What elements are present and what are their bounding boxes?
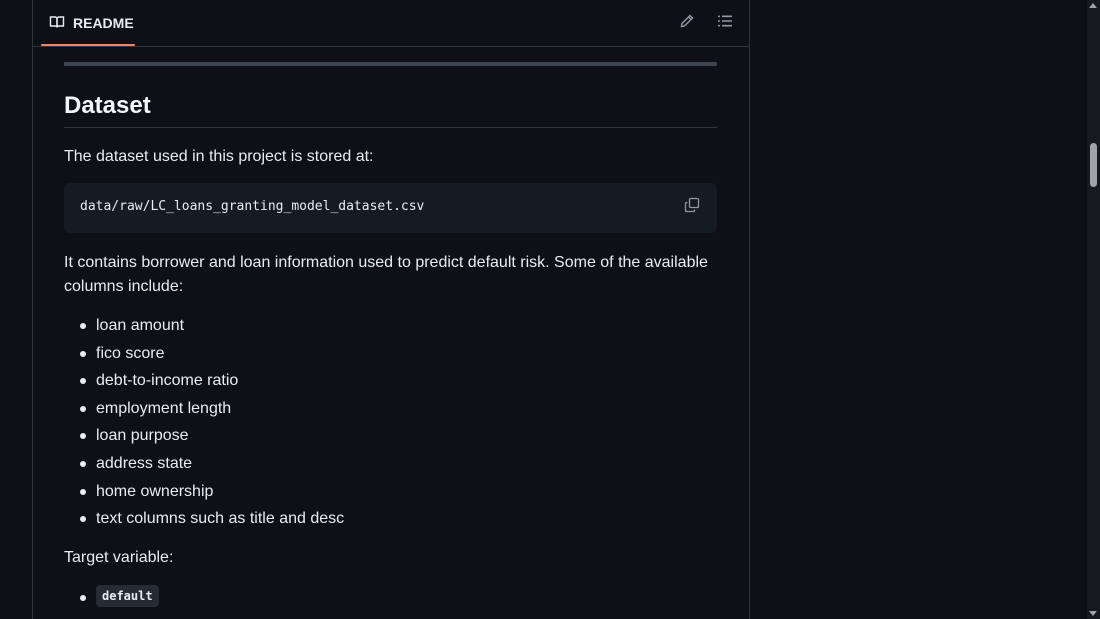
inline-code: default <box>96 585 159 607</box>
section-heading: Dataset <box>64 92 151 119</box>
list-item: text columns such as title and desc <box>64 505 704 533</box>
list-item: default <box>64 585 159 613</box>
target-list: default <box>64 585 159 613</box>
list-item: fico score <box>64 340 704 368</box>
readme-panel: README Dataset The dataset used in this … <box>32 0 750 619</box>
pencil-icon <box>679 13 695 34</box>
target-label: Target variable: <box>64 549 174 566</box>
code-path: data/raw/LC_loans_granting_model_dataset… <box>80 199 425 214</box>
list-item: address state <box>64 450 704 478</box>
list-item: debt-to-income ratio <box>64 367 704 395</box>
list-item: home ownership <box>64 478 704 506</box>
edit-button[interactable] <box>673 10 701 36</box>
list-unordered-icon <box>717 13 733 34</box>
scroll-thumb[interactable] <box>1090 143 1097 187</box>
list-item: loan purpose <box>64 422 704 450</box>
scrollbar[interactable] <box>1087 0 1100 619</box>
copy-icon <box>684 197 700 218</box>
copy-button[interactable] <box>679 194 705 220</box>
readme-tab-label: README <box>73 15 134 31</box>
list-item: employment length <box>64 395 704 423</box>
columns-list: loan amount fico score debt-to-income ra… <box>64 312 704 533</box>
scroll-down-arrow-icon[interactable] <box>1089 611 1097 616</box>
list-item: loan amount <box>64 312 704 340</box>
outline-button[interactable] <box>711 10 739 36</box>
book-icon <box>49 14 65 33</box>
scroll-up-arrow-icon[interactable] <box>1089 3 1097 8</box>
intro-text: The dataset used in this project is stor… <box>64 148 374 165</box>
active-tab-underline <box>41 44 135 46</box>
heading-divider <box>64 127 717 128</box>
readme-tab[interactable]: README <box>41 0 142 46</box>
description-text: It contains borrower and loan informatio… <box>64 254 708 295</box>
code-block: data/raw/LC_loans_granting_model_dataset… <box>64 183 717 233</box>
horizontal-rule <box>64 62 717 66</box>
readme-header: README <box>33 0 749 47</box>
